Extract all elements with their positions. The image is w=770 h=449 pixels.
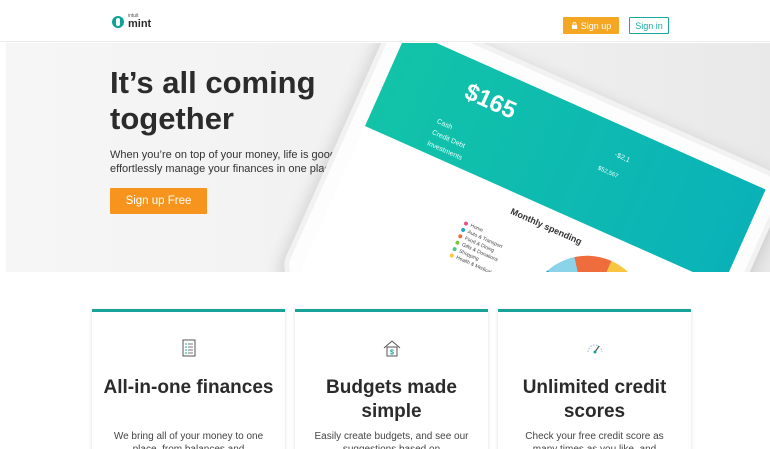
card-description: We bring all of your money to one place,… xyxy=(113,431,264,449)
spending-legend: Home Auto & Transport Food & Dining Gift… xyxy=(448,220,507,272)
net-worth-total: $165 xyxy=(460,78,521,125)
logo-mint-text: mint xyxy=(128,18,152,30)
legend-swatch xyxy=(449,252,455,258)
legend-swatch xyxy=(457,233,464,239)
hero-section: It’s all coming together When you’re on … xyxy=(6,43,770,272)
net-worth-change: -$2,1 xyxy=(613,151,631,165)
net-worth-secondary: $52,567 xyxy=(596,165,619,180)
sign-up-free-button[interactable]: Sign up Free xyxy=(110,188,207,214)
feature-card-all-in-one: All-in-one finances We bring all of your… xyxy=(92,309,285,449)
sign-up-label: Sign up xyxy=(580,20,612,31)
card-title: All-in-one finances xyxy=(103,377,274,398)
sign-up-button[interactable]: Sign up xyxy=(563,17,619,34)
house-dollar-icon: $ xyxy=(383,340,400,357)
lock-icon xyxy=(571,22,577,29)
cash-label: Cash xyxy=(435,118,454,132)
feature-card-credit-scores: Unlimited credit scores Check your free … xyxy=(498,309,691,449)
credit-gauge-icon xyxy=(587,344,602,354)
sign-in-button[interactable]: Sign in xyxy=(629,17,669,34)
legend-swatch xyxy=(452,246,458,252)
checklist-icon xyxy=(182,339,195,357)
legend-swatch xyxy=(463,220,469,226)
svg-text:$: $ xyxy=(390,350,394,357)
intuit-mint-logo[interactable]: intuit mint xyxy=(112,14,151,30)
top-nav-bar: intuit mint Sign up Sign in xyxy=(0,0,770,42)
card-title: Unlimited credit scores xyxy=(522,377,667,422)
legend-swatch xyxy=(454,239,461,246)
card-description: Check your free credit score as many tim… xyxy=(525,431,664,449)
card-title: Budgets made simple xyxy=(326,377,457,422)
mint-leaf-icon xyxy=(112,16,124,28)
tablet-screen: $165 -$2,1 $52,567 Cash Credit Debt Inve… xyxy=(301,43,766,272)
feature-card-budgets: $ Budgets made simple Easily create budg… xyxy=(295,309,488,449)
legend-swatch xyxy=(460,227,466,233)
card-description: Easily create budgets, and see our sugge… xyxy=(314,431,469,449)
